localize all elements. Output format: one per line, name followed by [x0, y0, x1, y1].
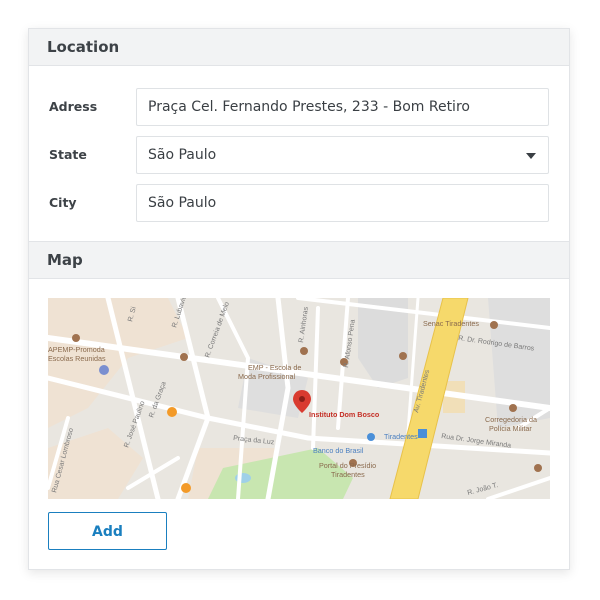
map-view[interactable]: R. Si R. Lubavich R. Correia de Melo R. …: [48, 298, 550, 499]
location-card: Location Adress Praça Cel. Fernando Pres…: [28, 28, 570, 570]
state-row: State São Paulo: [29, 136, 569, 174]
address-label: Adress: [49, 99, 98, 114]
poi-label: Escolas Reunidas: [48, 354, 106, 363]
poi-label: Polícia Militar: [489, 424, 532, 433]
state-label: State: [49, 147, 87, 162]
chevron-down-icon: [526, 153, 536, 159]
city-input[interactable]: São Paulo: [136, 184, 549, 222]
map-section-title: Map: [29, 241, 569, 279]
add-button[interactable]: Add: [48, 512, 167, 550]
poi-label: APEMP-Promoda: [48, 345, 105, 354]
city-label: City: [49, 195, 77, 210]
poi-label: EMP - Escola de: [248, 363, 301, 372]
poi-label: Tiradentes: [331, 470, 365, 479]
state-select-value: São Paulo: [148, 147, 217, 163]
city-row: City São Paulo: [29, 184, 569, 222]
poi-label: Tiradentes: [384, 432, 418, 441]
state-select[interactable]: São Paulo: [136, 136, 549, 174]
poi-label: Portal do Presídio: [319, 461, 376, 470]
poi-label: Moda Profissional: [238, 372, 296, 381]
map-marker-label: Instituto Dom Bosco: [309, 410, 380, 419]
poi-label: Banco do Brasil: [313, 446, 364, 455]
location-section-title: Location: [29, 29, 569, 66]
poi-label: Senac Tiradentes: [423, 319, 479, 328]
address-input[interactable]: Praça Cel. Fernando Prestes, 233 - Bom R…: [136, 88, 549, 126]
address-row: Adress Praça Cel. Fernando Prestes, 233 …: [29, 88, 569, 126]
poi-label: Corregedoria da: [485, 415, 537, 424]
map-canvas[interactable]: R. Si R. Lubavich R. Correia de Melo R. …: [48, 298, 550, 499]
